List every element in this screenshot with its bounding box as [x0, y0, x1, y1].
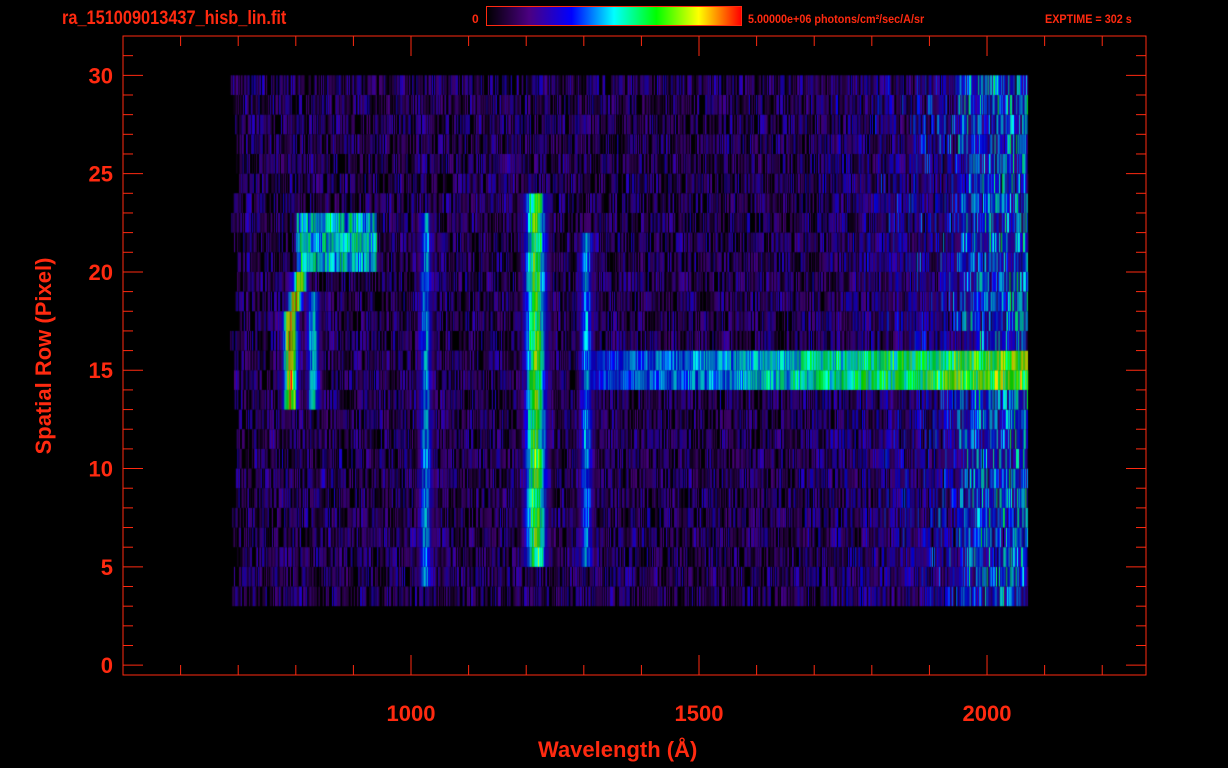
y-tick-label: 5	[101, 555, 113, 580]
colorbar-min-label: 0	[472, 12, 479, 26]
plot-frame	[122, 35, 1147, 676]
x-tick-label: 1000	[387, 701, 436, 726]
y-tick-label: 10	[89, 457, 113, 482]
y-tick-label: 15	[89, 358, 113, 383]
y-tick-label: 25	[89, 162, 113, 187]
y-axis-label: Spatial Row (Pixel)	[31, 257, 56, 455]
file-title: ra_151009013437_hisb_lin.fit	[62, 8, 287, 29]
exposure-time: EXPTIME = 302 s	[1045, 12, 1132, 26]
x-axis-label: Wavelength (Å)	[538, 737, 698, 762]
x-tick-label: 2000	[963, 701, 1012, 726]
y-tick-label: 30	[89, 63, 113, 88]
plot-axes: 1000 1500 2000 0 5 10 15 20 25 30	[89, 35, 1147, 726]
y-tick-label: 0	[101, 653, 113, 678]
y-tick-label: 20	[89, 260, 113, 285]
x-tick-label: 1500	[675, 701, 724, 726]
spectrogram-figure: 1000 1500 2000 0 5 10 15 20 25 30 ra_151009013437…	[0, 0, 1228, 768]
colorbar	[486, 6, 742, 26]
colorbar-max-label: 5.00000e+06 photons/cm²/sec/A/sr	[748, 12, 925, 26]
